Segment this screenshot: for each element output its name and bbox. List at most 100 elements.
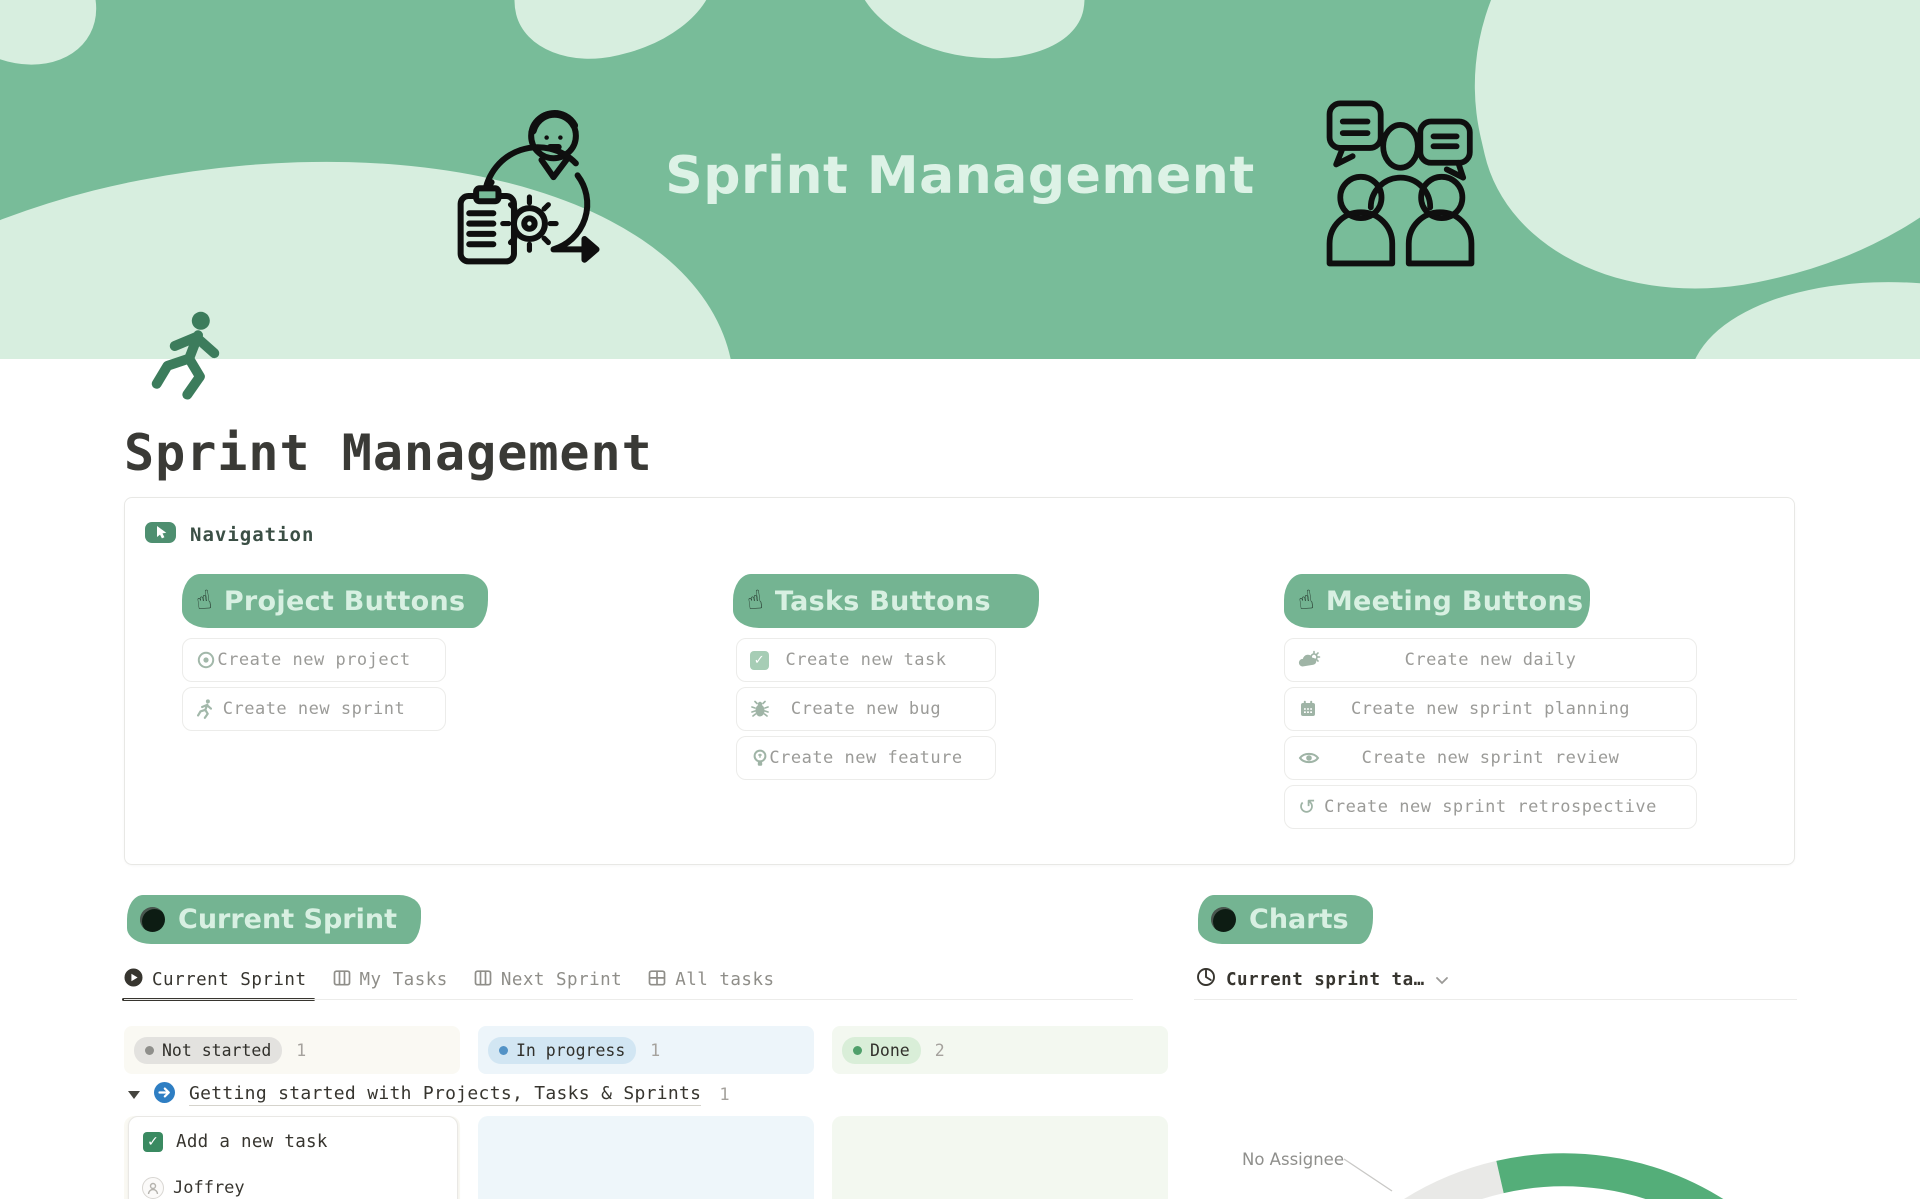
create-new-task-button[interactable]: ✓ Create new task bbox=[736, 638, 996, 682]
charts-heading[interactable]: Charts bbox=[1198, 895, 1373, 944]
donut-segment-label: No Assignee bbox=[1242, 1150, 1344, 1169]
chart-tabs-divider bbox=[1194, 999, 1797, 1000]
current-sprint-section: Current Sprint Current Sprint bbox=[124, 895, 1168, 1199]
charts-section: Charts Current sprint ta… No bbox=[1194, 895, 1797, 1199]
column-in-progress: In progress 1 bbox=[478, 1026, 814, 1074]
task-title[interactable]: Add a new task bbox=[176, 1132, 328, 1152]
sprint-group-row: Getting started with Projects, Tasks & S… bbox=[128, 1081, 730, 1108]
cover-banner: Sprint Management bbox=[0, 0, 1920, 359]
create-new-sprint-retrospective-button[interactable]: ↺ Create new sprint retrospective bbox=[1284, 785, 1697, 829]
sprint-group-title[interactable]: Getting started with Projects, Tasks & S… bbox=[189, 1083, 701, 1106]
tab-all-tasks[interactable]: All tasks bbox=[648, 969, 774, 992]
create-new-sprint-button[interactable]: Create new sprint bbox=[182, 687, 446, 731]
status-label: Not started bbox=[162, 1041, 271, 1060]
cursor-click-icon bbox=[145, 522, 176, 548]
view-tabs: Current Sprint My Tasks bbox=[124, 963, 775, 997]
create-button-label: Create new sprint bbox=[223, 699, 406, 719]
hand-pointer-icon: ☝ bbox=[1296, 587, 1315, 615]
tab-label: Next Sprint bbox=[501, 970, 622, 990]
tab-label: Current Sprint bbox=[152, 970, 307, 990]
create-button-label: Create new sprint retrospective bbox=[1324, 797, 1657, 817]
board-icon bbox=[333, 969, 351, 992]
sun-cloud-icon bbox=[1298, 650, 1321, 670]
sprint-arrow-icon bbox=[153, 1081, 176, 1108]
group-pill-label: Tasks Buttons bbox=[775, 586, 991, 617]
chart-view-label: Current sprint ta… bbox=[1226, 970, 1425, 990]
section-heading-label: Current Sprint bbox=[178, 904, 397, 935]
create-new-sprint-planning-button[interactable]: Create new sprint planning bbox=[1284, 687, 1697, 731]
status-pill-not-started[interactable]: Not started bbox=[134, 1037, 282, 1064]
tabs-divider bbox=[124, 999, 1133, 1000]
task-title-row: ✓ Add a new task bbox=[143, 1132, 328, 1152]
table-icon bbox=[648, 969, 666, 992]
board-icon bbox=[474, 969, 492, 992]
create-button-label: Create new daily bbox=[1405, 650, 1577, 670]
create-new-project-button[interactable]: Create new project bbox=[182, 638, 446, 682]
create-new-feature-button[interactable]: Create new feature bbox=[736, 736, 996, 780]
page-title[interactable]: Sprint Management bbox=[124, 424, 653, 482]
column-body-in-progress bbox=[478, 1116, 814, 1199]
column-done: Done 2 bbox=[832, 1026, 1168, 1074]
status-pill-done[interactable]: Done bbox=[842, 1037, 921, 1064]
create-button-label: Create new task bbox=[785, 650, 946, 670]
assignee-name[interactable]: Joffrey bbox=[173, 1178, 245, 1198]
status-label: Done bbox=[870, 1041, 910, 1060]
group-pill-label: Meeting Buttons bbox=[1326, 586, 1584, 617]
chart-view-tab[interactable]: Current sprint ta… bbox=[1196, 967, 1449, 992]
play-circle-icon bbox=[124, 968, 143, 992]
page-icon-runner[interactable] bbox=[146, 310, 234, 400]
create-button-label: Create new sprint review bbox=[1362, 748, 1620, 768]
banner-title: Sprint Management bbox=[560, 146, 1360, 206]
column-not-started: Not started 1 bbox=[124, 1026, 460, 1074]
banner-blob bbox=[0, 0, 121, 92]
create-button-label: Create new bug bbox=[791, 699, 941, 719]
status-dot-icon bbox=[145, 1046, 154, 1055]
banner-blob bbox=[498, 0, 730, 77]
create-new-bug-button[interactable]: Create new bug bbox=[736, 687, 996, 731]
create-new-sprint-review-button[interactable]: Create new sprint review bbox=[1284, 736, 1697, 780]
column-count: 1 bbox=[296, 1041, 306, 1060]
current-sprint-heading[interactable]: Current Sprint bbox=[127, 895, 421, 944]
task-checkbox[interactable]: ✓ bbox=[143, 1132, 163, 1152]
donut-chart: No Assignee bbox=[1194, 1125, 1797, 1199]
meeting-buttons-pill[interactable]: ☝ Meeting Buttons bbox=[1284, 574, 1590, 628]
status-pill-in-progress[interactable]: In progress bbox=[488, 1037, 636, 1064]
undo-icon: ↺ bbox=[1298, 797, 1316, 818]
meeting-illustration bbox=[1318, 98, 1483, 268]
task-assignee-row: Joffrey bbox=[142, 1177, 245, 1199]
task-card[interactable]: ✓ Add a new task Joffrey bbox=[128, 1116, 458, 1199]
avatar bbox=[142, 1177, 164, 1199]
dot-icon bbox=[140, 907, 165, 932]
project-buttons-pill[interactable]: ☝ Project Buttons bbox=[182, 574, 488, 628]
calendar-icon bbox=[1298, 699, 1318, 719]
tab-label: My Tasks bbox=[360, 970, 448, 990]
tab-next-sprint[interactable]: Next Sprint bbox=[474, 969, 622, 992]
hand-pointer-icon: ☝ bbox=[194, 587, 213, 615]
tasks-buttons-pill[interactable]: ☝ Tasks Buttons bbox=[733, 574, 1039, 628]
navigation-header-label: Navigation bbox=[190, 524, 314, 546]
eye-icon bbox=[1298, 748, 1320, 768]
checkbox-icon: ✓ bbox=[750, 651, 769, 670]
create-button-label: Create new feature bbox=[769, 748, 962, 768]
notion-page: Sprint Management bbox=[0, 0, 1920, 1199]
disclosure-triangle-icon[interactable] bbox=[128, 1091, 140, 1099]
banner-blob bbox=[0, 76, 765, 359]
clock-pie-icon bbox=[1196, 967, 1216, 992]
create-button-label: Create new project bbox=[217, 650, 410, 670]
navigation-header: Navigation bbox=[145, 522, 314, 548]
tab-my-tasks[interactable]: My Tasks bbox=[333, 969, 448, 992]
status-dot-icon bbox=[853, 1046, 862, 1055]
status-label: In progress bbox=[516, 1041, 625, 1060]
tab-label: All tasks bbox=[675, 970, 774, 990]
dot-icon bbox=[1211, 907, 1236, 932]
column-body-done bbox=[832, 1116, 1168, 1199]
tab-current-sprint[interactable]: Current Sprint bbox=[124, 968, 307, 992]
bug-icon bbox=[750, 699, 770, 719]
banner-blob bbox=[840, 0, 1100, 77]
target-icon bbox=[196, 650, 216, 670]
column-count: 1 bbox=[650, 1041, 660, 1060]
bulb-icon bbox=[750, 748, 770, 768]
chevron-down-icon bbox=[1435, 970, 1449, 990]
create-button-label: Create new sprint planning bbox=[1351, 699, 1630, 719]
create-new-daily-button[interactable]: Create new daily bbox=[1284, 638, 1697, 682]
